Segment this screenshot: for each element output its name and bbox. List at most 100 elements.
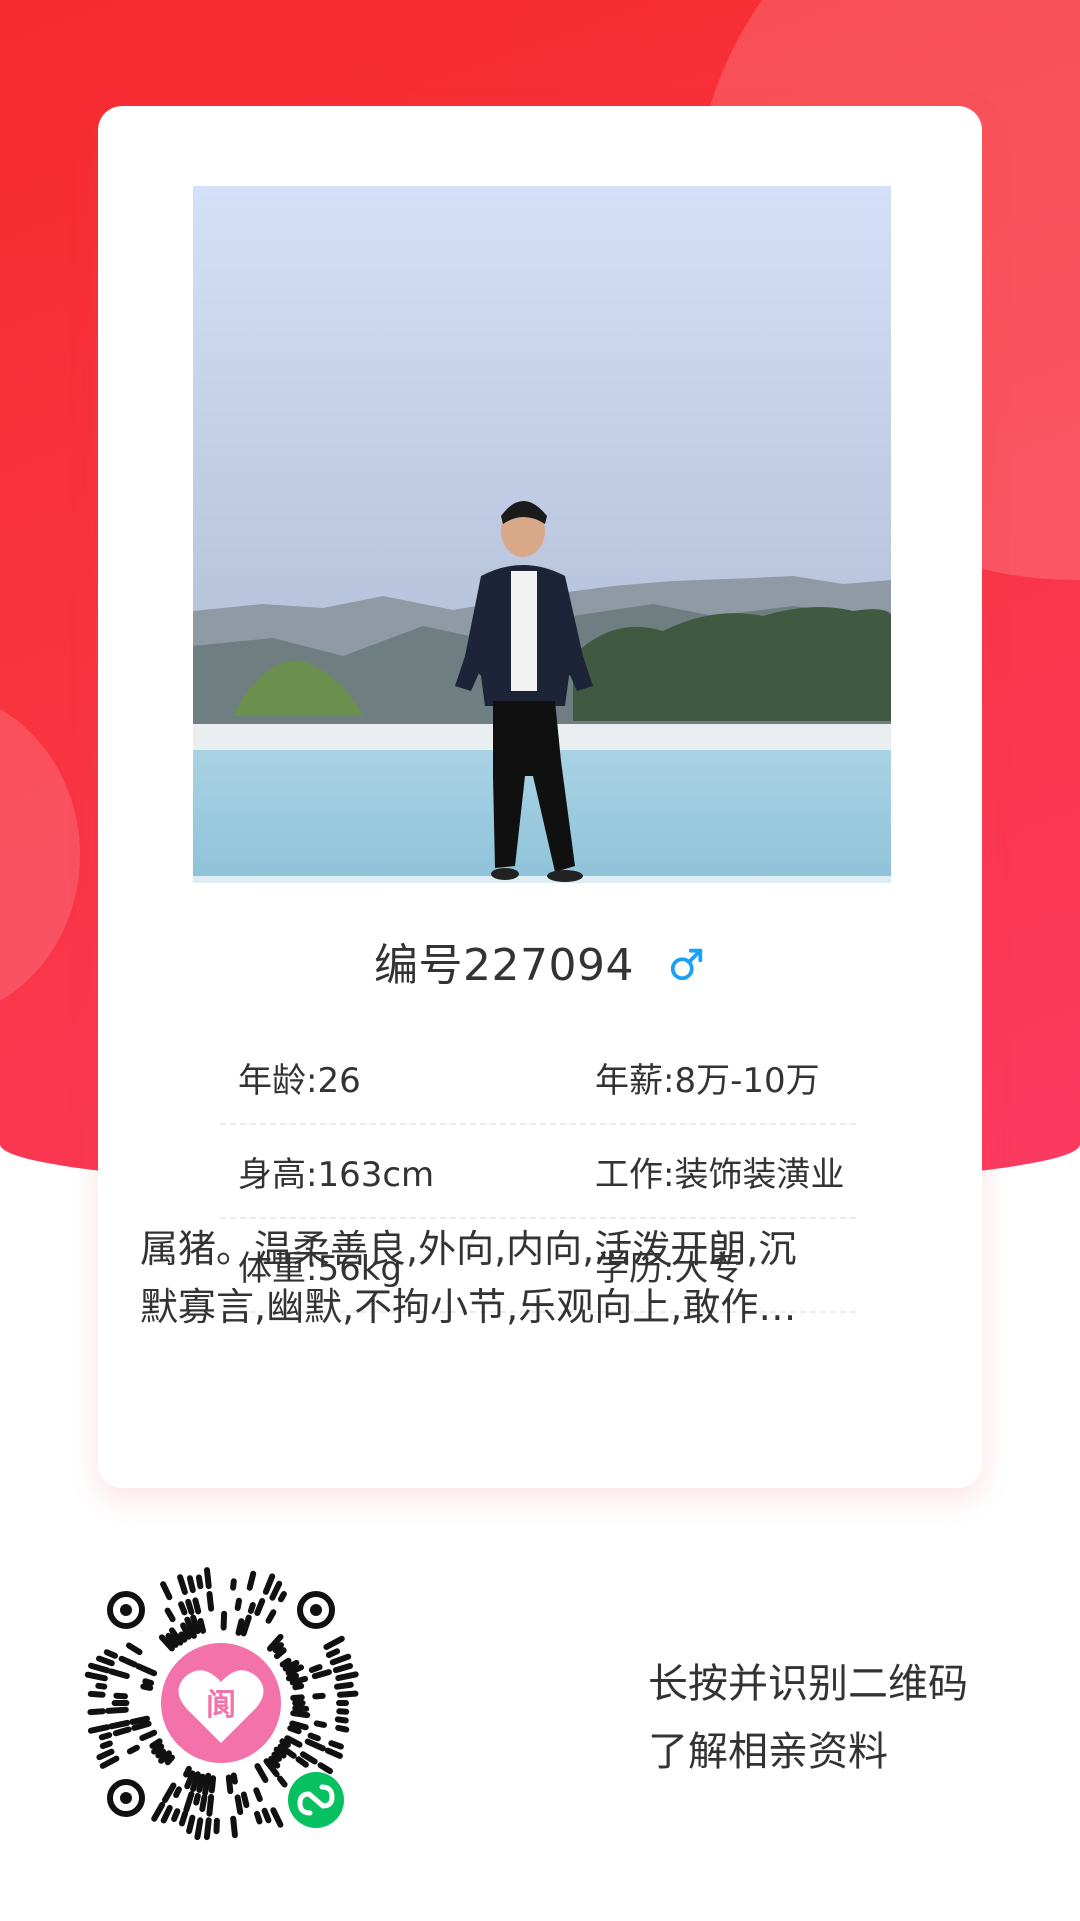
qr-dash — [220, 1610, 228, 1631]
height-value: 身高:163cm — [238, 1154, 435, 1195]
profile-title-row: 编号227094 — [98, 921, 982, 1001]
qr-dash — [88, 1662, 111, 1674]
qr-dash — [194, 1817, 204, 1841]
qr-dash — [230, 1815, 238, 1839]
qr-dash — [311, 1669, 332, 1680]
qr-dash — [84, 1671, 108, 1682]
qr-dash — [253, 1787, 263, 1802]
qr-dash — [199, 1794, 208, 1812]
qr-dash — [177, 1574, 188, 1595]
qr-dash — [131, 1720, 152, 1731]
qr-dash — [240, 1791, 250, 1809]
qr-dash — [118, 1655, 138, 1668]
qr-dash — [149, 1738, 163, 1749]
qr-dash — [290, 1710, 311, 1719]
qr-dash — [292, 1705, 310, 1712]
qr-dash — [195, 1574, 204, 1590]
qr-dash — [336, 1690, 359, 1698]
qr-dash — [313, 1720, 327, 1728]
qr-dash — [151, 1801, 166, 1822]
profile-description: 属猪。温柔善良,外向,内向,活泼开朗,沉默寡言,幽默,不拘小节,乐观向上,敢作敢… — [140, 1227, 797, 1329]
qr-dash — [108, 1719, 131, 1730]
qr-dash — [99, 1755, 120, 1769]
qr-dash — [87, 1724, 111, 1734]
qr-dash — [178, 1601, 188, 1616]
qr-dash — [95, 1682, 108, 1690]
qr-dash — [87, 1708, 106, 1716]
qr-dash — [317, 1762, 333, 1775]
qr-dash — [160, 1804, 173, 1824]
qr-dash — [202, 1772, 212, 1796]
qr-dash — [230, 1578, 237, 1591]
profile-number: 编号227094 — [374, 940, 634, 991]
qr-dash — [308, 1664, 323, 1673]
qr-dash — [254, 1763, 269, 1783]
qr-dash — [105, 1706, 129, 1714]
qr-dash — [98, 1732, 113, 1741]
qr-dash — [269, 1580, 283, 1601]
qr-dash — [113, 1692, 128, 1700]
qr-dash — [140, 1683, 154, 1691]
qr-dash — [225, 1774, 234, 1795]
qr-dash — [196, 1773, 206, 1793]
qr-logo-char: 阆 — [206, 1688, 236, 1723]
qr-dash — [292, 1683, 305, 1691]
qr-dash — [289, 1675, 309, 1686]
mini-program-qr-code[interactable]: 阆 — [76, 1558, 366, 1848]
qr-dash — [230, 1772, 238, 1785]
qr-dash — [129, 1715, 150, 1725]
qr-dash — [178, 1810, 189, 1827]
qr-dash — [254, 1810, 263, 1825]
qr-dash — [285, 1672, 299, 1682]
qr-dash — [277, 1591, 287, 1603]
qr-dash — [279, 1657, 292, 1668]
qr-dash — [96, 1748, 115, 1761]
qr-dash — [271, 1751, 282, 1762]
qr-dash — [325, 1648, 341, 1658]
info-row: 年龄:26 年薪:8万-10万 — [220, 1031, 856, 1125]
photo-illustration — [193, 186, 891, 883]
qr-dash — [277, 1775, 288, 1788]
decor-circle-left — [0, 690, 80, 1020]
qr-dash — [142, 1678, 155, 1686]
qr-dash — [161, 1782, 177, 1804]
qr-dash — [307, 1732, 321, 1742]
qr-dash — [287, 1725, 302, 1735]
qr-dash — [192, 1597, 202, 1615]
info-row: 身高:163cm 工作:装饰装潢业 — [220, 1125, 856, 1219]
qr-dash — [312, 1692, 326, 1700]
qr-dash — [254, 1598, 266, 1616]
qr-dash — [206, 1794, 215, 1817]
qr-dash — [112, 1726, 132, 1737]
qr-dash — [164, 1754, 175, 1766]
qr-dash — [96, 1655, 115, 1667]
qr-dash — [87, 1690, 106, 1698]
qr-dash — [126, 1642, 143, 1656]
qr-dash — [126, 1744, 140, 1755]
qr-dash — [155, 1748, 167, 1759]
qr-dash — [261, 1807, 272, 1824]
age-value: 年龄:26 — [238, 1060, 361, 1101]
qr-dash — [335, 1671, 359, 1682]
male-icon — [670, 948, 703, 981]
qr-dash — [173, 1786, 182, 1799]
job-value: 工作:装饰装潢业 — [595, 1154, 845, 1195]
qr-dash — [279, 1738, 291, 1748]
qr-dash — [234, 1794, 244, 1815]
qr-dash — [208, 1775, 217, 1794]
qr-dash — [139, 1729, 158, 1741]
qr-dash — [183, 1791, 195, 1813]
qr-dash — [265, 1609, 277, 1624]
qr-dash — [183, 1765, 192, 1778]
qr-dash — [235, 1618, 245, 1636]
qr-dash — [324, 1747, 343, 1759]
qr-dash — [171, 1808, 181, 1822]
qr-hint-line1: 长按并识别二维码 — [648, 1661, 968, 1707]
qr-dash — [323, 1635, 345, 1650]
qr-dash — [329, 1653, 352, 1666]
qr-dash — [234, 1597, 242, 1611]
profile-photo[interactable] — [193, 186, 891, 883]
qr-dash — [160, 1581, 173, 1601]
qr-dash — [186, 1575, 196, 1594]
qr-dash — [197, 1618, 206, 1634]
